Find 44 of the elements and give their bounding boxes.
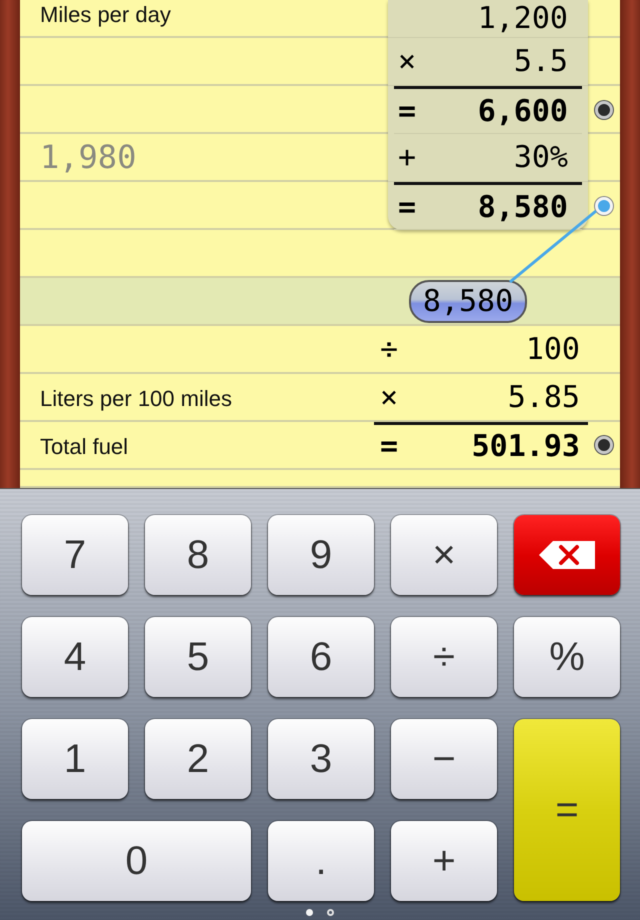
operator-sign: + [398,140,416,175]
operator-sign: ÷ [380,332,398,366]
page-dot[interactable] [306,909,313,916]
result-dot[interactable] [595,436,613,454]
result-value: 6,600 [478,94,568,128]
operator-sign: = [398,94,416,128]
operator-key[interactable]: % [514,617,620,697]
digit-key[interactable]: 1 [22,719,128,799]
tape-value: 30% [514,140,568,175]
equals-key[interactable]: = [514,719,620,901]
operand-value: 100 [526,332,580,366]
note-value: 1,980 [39,138,136,176]
total-value: 501.93 [472,429,580,464]
operator-sign: = [398,190,416,224]
tape-value: 5.5 [514,44,568,79]
operand-value: 5.85 [508,380,580,414]
row-label: Liters per 100 miles [39,386,232,413]
digit-key[interactable]: 9 [268,515,374,595]
page-dot[interactable] [327,909,334,916]
result-dot[interactable] [595,101,613,119]
linked-dot[interactable] [595,197,613,215]
digit-key[interactable]: 3 [268,719,374,799]
digit-key[interactable]: 4 [22,617,128,697]
tape-value: 1,200 [478,1,568,36]
digit-key[interactable]: 7 [22,515,128,595]
operator-key[interactable]: − [391,719,497,799]
result-value: 8,580 [478,190,568,224]
operator-sign: × [380,380,398,414]
digit-key[interactable]: 6 [268,617,374,697]
digit-key[interactable]: . [268,821,374,901]
operator-sign: = [380,429,398,464]
operator-key[interactable]: × [391,515,497,595]
backspace-icon [537,539,597,571]
backspace-key[interactable] [514,515,620,595]
reference-chip[interactable]: 8,580 [408,280,528,322]
operator-key[interactable]: ÷ [391,617,497,697]
digit-key[interactable]: 5 [145,617,251,697]
digit-key[interactable]: 2 [145,719,251,799]
operator-key[interactable]: + [391,821,497,901]
row-label: Total fuel [39,434,128,461]
digit-key[interactable]: 0 [22,821,251,901]
row-label: Miles per day [39,2,171,29]
operator-sign: × [398,44,416,79]
digit-key[interactable]: 8 [145,515,251,595]
